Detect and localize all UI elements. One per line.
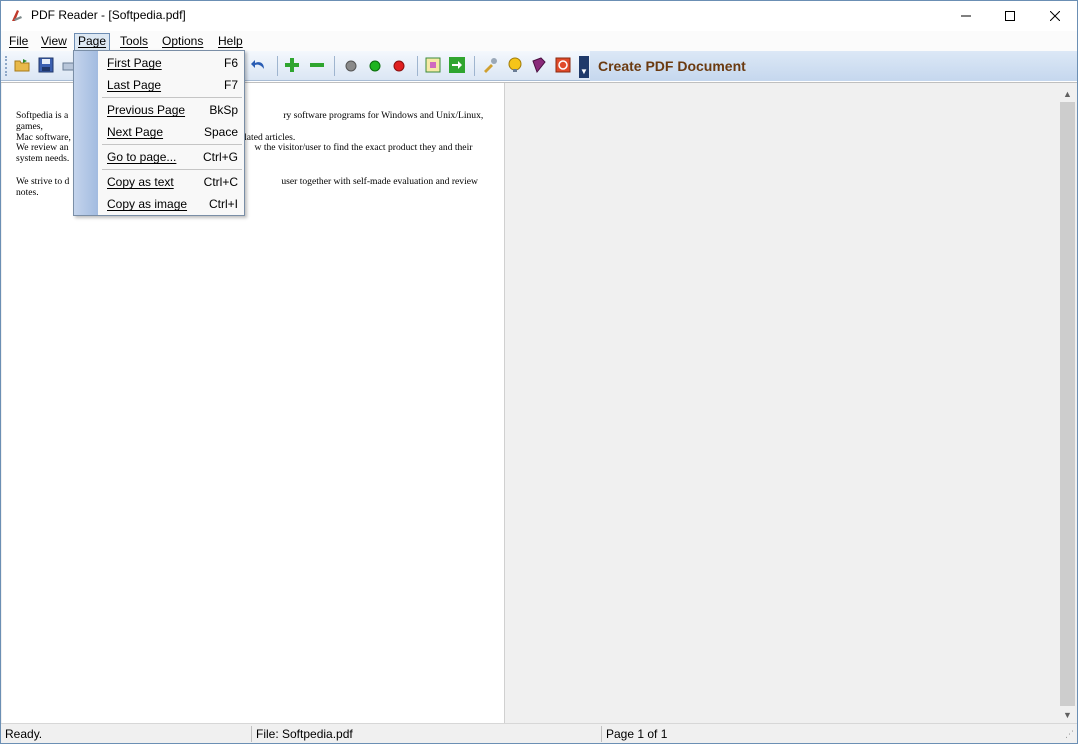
menu-item-shortcut: Ctrl+C: [203, 175, 238, 189]
back-arrow-icon[interactable]: [251, 57, 267, 73]
menu-item-label: Next Page: [107, 125, 164, 139]
menu-item-shortcut: BkSp: [209, 103, 238, 117]
book-icon[interactable]: [531, 57, 547, 73]
chevron-down-icon: ▼: [1063, 709, 1072, 720]
vertical-scrollbar[interactable]: ▲ ▼: [1059, 85, 1076, 723]
bulb-icon[interactable]: [507, 57, 523, 73]
create-pdf-button[interactable]: Create PDF Document: [598, 58, 746, 74]
wrench-icon[interactable]: [482, 57, 498, 73]
fit-page-icon[interactable]: [425, 57, 441, 73]
menu-item-label: Last Page: [107, 78, 162, 92]
menu-item-label: First Page: [107, 56, 162, 70]
scroll-up-button[interactable]: ▲: [1059, 85, 1076, 102]
menu-item-first-page[interactable]: First Page F6: [100, 53, 242, 73]
menu-separator: [102, 144, 242, 145]
menu-item-shortcut: Space: [203, 125, 238, 139]
power-icon[interactable]: [555, 57, 571, 73]
menu-separator: [102, 97, 242, 98]
page-menu-dropdown: First Page F6 Last Page F7 Previous Page…: [73, 50, 245, 216]
chevron-up-icon: ▲: [1063, 88, 1072, 99]
gray-circle-icon[interactable]: [343, 57, 359, 73]
menu-help[interactable]: Help: [215, 33, 246, 51]
menu-options[interactable]: Options: [159, 33, 206, 51]
toolbar-separator: [334, 56, 335, 76]
green-circle-icon[interactable]: [367, 57, 383, 73]
toolbar-overflow-button[interactable]: ▼: [579, 56, 589, 78]
menu-file[interactable]: File: [6, 33, 31, 51]
close-icon: [1050, 11, 1060, 21]
toolbar-grip[interactable]: [5, 56, 8, 76]
para2-left: We review an: [16, 142, 69, 153]
menu-item-shortcut: Ctrl+I: [208, 197, 238, 211]
menu-view[interactable]: View: [38, 33, 70, 51]
scroll-down-button[interactable]: ▼: [1059, 706, 1076, 723]
para1-left: Softpedia is a: [16, 110, 69, 121]
menu-separator: [102, 169, 242, 170]
para3-left: We strive to d: [16, 176, 70, 187]
window-title: PDF Reader - [Softpedia.pdf]: [31, 8, 186, 22]
menu-item-shortcut: F6: [223, 56, 238, 70]
maximize-button[interactable]: [987, 1, 1033, 31]
resize-grip-icon[interactable]: ⋰: [1065, 729, 1074, 740]
zoom-out-icon[interactable]: [309, 57, 325, 73]
minimize-icon: [961, 15, 971, 17]
save-disk-icon[interactable]: [38, 57, 54, 73]
menu-tools[interactable]: Tools: [117, 33, 151, 51]
menu-item-copy-as-text[interactable]: Copy as text Ctrl+C: [100, 172, 242, 192]
menu-item-label: Copy as text: [107, 175, 174, 189]
status-bar: Ready. File: Softpedia.pdf Page 1 of 1 ⋰: [1, 723, 1077, 743]
menu-item-shortcut: Ctrl+G: [202, 150, 238, 164]
toolbar-separator: [277, 56, 278, 76]
red-circle-icon[interactable]: [391, 57, 407, 73]
close-button[interactable]: [1032, 1, 1078, 31]
menu-item-previous-page[interactable]: Previous Page BkSp: [100, 100, 242, 120]
title-bar: PDF Reader - [Softpedia.pdf]: [1, 1, 1077, 31]
create-pdf-banner: Create PDF Document: [590, 51, 1077, 81]
status-file: File: Softpedia.pdf: [256, 727, 353, 741]
minimize-button[interactable]: [943, 1, 989, 31]
go-arrow-icon[interactable]: [449, 57, 465, 73]
menu-bar: File View Page Tools Options Help: [1, 31, 1077, 51]
menu-item-label: Go to page...: [107, 150, 177, 164]
zoom-in-icon[interactable]: [284, 57, 300, 73]
app-window: PDF Reader - [Softpedia.pdf] File View P…: [0, 0, 1078, 744]
para2b: system needs.: [16, 153, 70, 164]
status-page: Page 1 of 1: [606, 727, 668, 741]
menu-item-label: Previous Page: [107, 103, 186, 117]
menu-page[interactable]: Page: [74, 33, 111, 51]
menu-item-shortcut: F7: [223, 78, 238, 92]
toolbar-separator: [474, 56, 475, 76]
menu-item-next-page[interactable]: Next Page Space: [100, 122, 242, 142]
menu-item-label: Copy as image: [107, 197, 188, 211]
menu-item-go-to-page[interactable]: Go to page... Ctrl+G: [100, 147, 242, 167]
open-folder-icon[interactable]: [14, 57, 30, 73]
maximize-icon: [1005, 11, 1015, 21]
scroll-thumb[interactable]: [1060, 102, 1075, 706]
menu-item-copy-as-image[interactable]: Copy as image Ctrl+I: [100, 194, 242, 214]
status-text: Ready.: [5, 727, 43, 741]
toolbar-separator: [417, 56, 418, 76]
menu-stripe: [74, 51, 98, 215]
menu-item-last-page[interactable]: Last Page F7: [100, 75, 242, 95]
chevron-down-icon: ▼: [580, 67, 588, 76]
app-icon: [12, 10, 22, 21]
para2-right: w the visitor/user to find the exact pro…: [254, 142, 473, 153]
